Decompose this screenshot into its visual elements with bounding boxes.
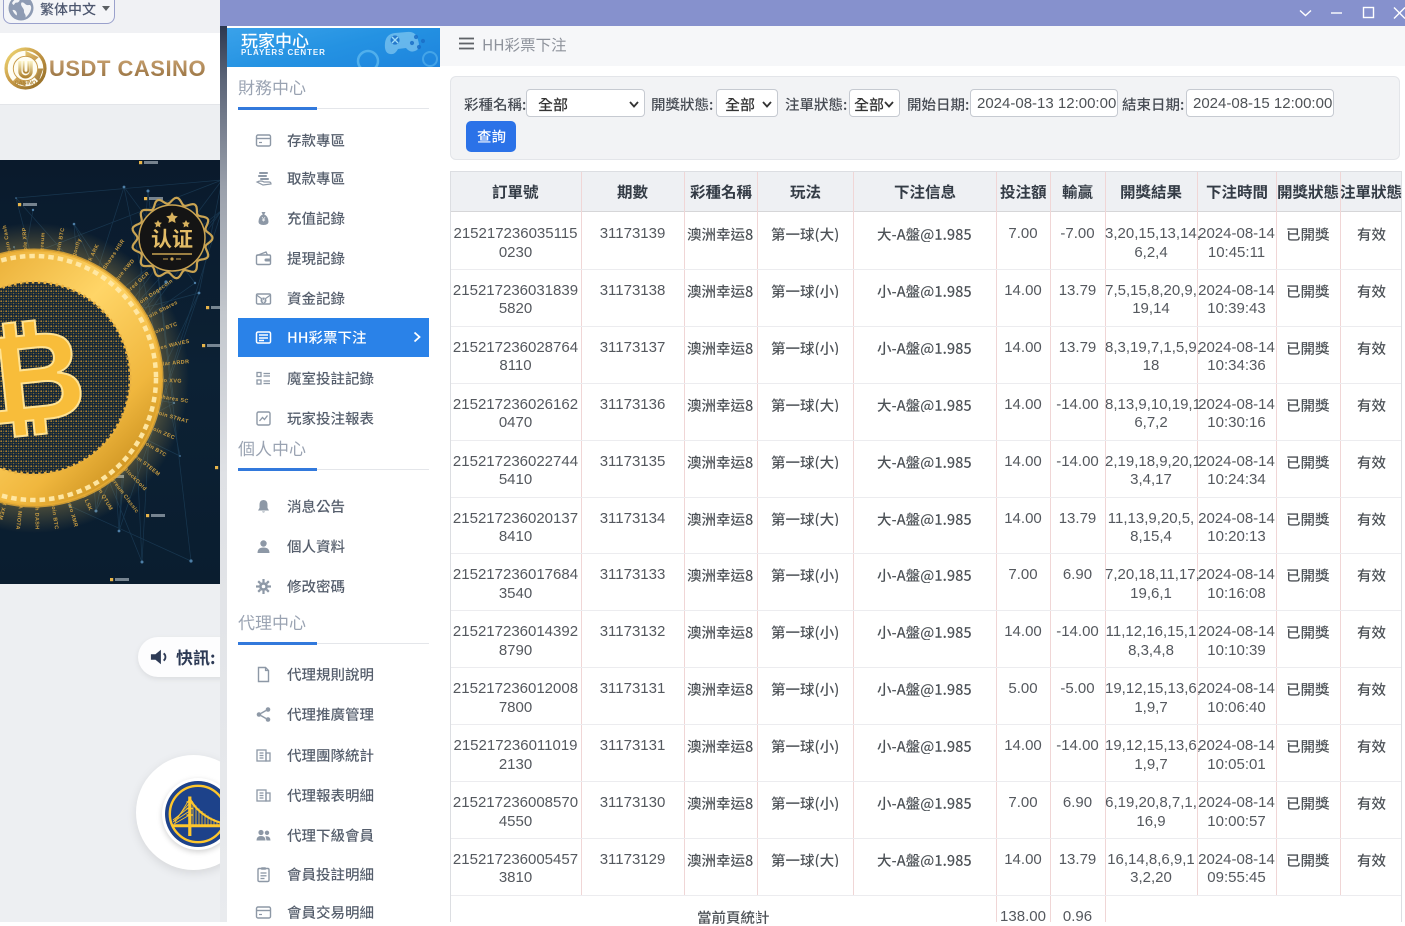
svg-text:₿: ₿ — [0, 304, 91, 452]
svg-text:¥: ¥ — [262, 217, 266, 224]
svg-text:CASINO: CASINO — [15, 80, 37, 86]
